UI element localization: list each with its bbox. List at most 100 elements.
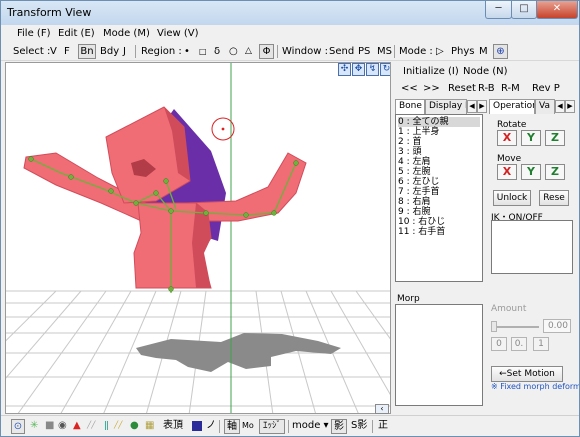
collapse-panel-button[interactable]: ‹ xyxy=(375,404,389,414)
mode-target-icon[interactable]: ⊕ xyxy=(493,44,508,59)
amount-one-button[interactable]: 1 xyxy=(533,337,549,351)
tab-operation[interactable]: Operation xyxy=(489,99,535,114)
menu-view[interactable]: View (V) xyxy=(157,28,199,39)
bone-item[interactable]: 4 : 左肩 xyxy=(398,157,430,167)
tab-bone[interactable]: Bone xyxy=(395,99,425,114)
operation-tabs: Operation Va ◀ ▶ xyxy=(489,99,579,114)
rotate-y-button[interactable]: Y xyxy=(521,130,541,146)
wire-icon[interactable]: ╱╱ xyxy=(87,419,95,434)
maximize-button[interactable]: □ xyxy=(511,1,537,19)
uv-icon[interactable]: ╱╱ xyxy=(114,419,122,434)
op-tab-left-arrow[interactable]: ◀ xyxy=(555,100,565,113)
select-joint[interactable]: J xyxy=(123,46,126,57)
bone-item[interactable]: 0 : 全ての親 xyxy=(398,117,480,127)
reset-operation-button[interactable]: Rese xyxy=(539,190,569,206)
initialize-button[interactable]: Initialize (I) xyxy=(403,66,459,77)
move-view-icon[interactable]: ✣ xyxy=(338,63,351,76)
amount-slider-thumb[interactable] xyxy=(491,321,497,332)
edge-button[interactable]: ｴｯｼﾞ xyxy=(259,419,285,434)
morp-label: Morp xyxy=(397,294,420,304)
translate-icon[interactable]: ✥ xyxy=(352,63,365,76)
op-tab-right-arrow[interactable]: ▶ xyxy=(565,100,575,113)
amount-input[interactable]: 0.00 xyxy=(543,319,571,333)
close-button[interactable]: ✕ xyxy=(536,1,578,19)
bone-item[interactable]: 9 : 右腕 xyxy=(398,207,430,217)
material-icon[interactable]: ■ xyxy=(45,419,54,434)
vertex-display-icon[interactable]: ⊙ xyxy=(11,419,25,434)
bone-item[interactable]: 10 : 右ひじ xyxy=(398,217,445,227)
select-face[interactable]: F xyxy=(64,46,70,57)
normal-icon[interactable]: ǁ xyxy=(104,419,109,434)
rotate-z-button[interactable]: Z xyxy=(545,130,565,146)
tab-display[interactable]: Display F xyxy=(425,99,467,114)
sphere-icon[interactable]: ● xyxy=(130,419,139,434)
menu-file[interactable]: File (F) xyxy=(17,28,50,39)
rotate-view-icon[interactable]: ↻ xyxy=(380,63,390,76)
r-m-button[interactable]: R-M xyxy=(501,83,520,94)
minimize-button[interactable]: ─ xyxy=(485,1,512,19)
mode-phys[interactable]: Phys xyxy=(451,46,475,57)
move-x-button[interactable]: X xyxy=(497,164,517,180)
unlock-button[interactable]: Unlock xyxy=(493,190,531,206)
bone-item[interactable]: 3 : 頭 xyxy=(398,147,421,157)
bone-item[interactable]: 11 : 右手首 xyxy=(398,227,445,237)
select-vertex[interactable]: V xyxy=(50,46,57,57)
3d-viewport[interactable]: ✣ ✥ ↯ ↻ xyxy=(5,62,391,414)
node-button[interactable]: Node (N) xyxy=(463,66,508,77)
bone-item[interactable]: 1 : 上半身 xyxy=(398,127,439,137)
zoom-icon[interactable]: ↯ xyxy=(366,63,379,76)
no-toggle[interactable]: ノ xyxy=(206,419,216,434)
surface-vertex-toggle[interactable]: 表頂 xyxy=(163,419,183,434)
tab-right-arrow[interactable]: ▶ xyxy=(477,100,487,113)
bone-item[interactable]: 5 : 左腕 xyxy=(398,167,430,177)
bone-item[interactable]: 8 : 右肩 xyxy=(398,197,430,207)
grid-icon[interactable]: ▦ xyxy=(145,419,154,434)
move-z-button[interactable]: Z xyxy=(545,164,565,180)
title-bar[interactable]: Transform View ─ □ ✕ xyxy=(1,1,579,25)
target-icon[interactable]: ◉ xyxy=(58,419,67,434)
region-triangle-icon[interactable]: △ xyxy=(245,46,252,56)
set-motion-button[interactable]: ←Set Motion xyxy=(491,366,563,382)
bone-list[interactable]: 0 : 全ての親 1 : 上半身 2 : 首 3 : 頭 4 : 左肩 5 : … xyxy=(395,114,483,282)
bone-item[interactable]: 6 : 左ひじ xyxy=(398,177,439,187)
tab-left-arrow[interactable]: ◀ xyxy=(467,100,477,113)
bone-item[interactable]: 2 : 首 xyxy=(398,137,421,147)
amount-zero-button[interactable]: 0 xyxy=(491,337,507,351)
region-rect-icon[interactable]: □ xyxy=(199,47,207,56)
shadow-button[interactable]: 影 xyxy=(331,419,347,434)
front-view-button[interactable]: 正 xyxy=(378,419,388,434)
mode-m[interactable]: M xyxy=(479,46,488,57)
face-display-icon[interactable]: ▲ xyxy=(73,419,81,434)
window-send[interactable]: Send xyxy=(329,46,354,57)
region-circle-icon[interactable]: ○ xyxy=(229,46,238,57)
rev-p-button[interactable]: Rev P xyxy=(532,83,560,94)
select-bone-button[interactable]: Bn xyxy=(78,44,96,59)
axis-button[interactable]: 軸 xyxy=(224,419,240,434)
mo-button[interactable]: Mo xyxy=(242,419,254,434)
ik-list[interactable] xyxy=(491,220,573,274)
mode-play-icon[interactable]: ▷ xyxy=(436,46,444,57)
color-swatch[interactable] xyxy=(192,421,202,431)
select-body[interactable]: Bdy xyxy=(100,46,119,57)
amount-slider-track[interactable] xyxy=(493,326,539,328)
window-ms[interactable]: MS xyxy=(377,46,392,57)
rotate-x-button[interactable]: X xyxy=(497,130,517,146)
region-phi-button[interactable]: Φ xyxy=(259,44,274,59)
move-y-button[interactable]: Y xyxy=(521,164,541,180)
light-icon[interactable]: ✳ xyxy=(30,419,38,434)
window-ps[interactable]: PS xyxy=(358,46,370,57)
reset-button[interactable]: Reset xyxy=(448,83,476,94)
prev-button[interactable]: << xyxy=(401,83,418,94)
bone-item[interactable]: 7 : 左手首 xyxy=(398,187,439,197)
region-lasso-icon[interactable]: δ xyxy=(214,46,220,57)
r-b-button[interactable]: R-B xyxy=(478,83,495,94)
menu-mode[interactable]: Mode (M) xyxy=(103,28,150,39)
menu-edit[interactable]: Edit (E) xyxy=(58,28,95,39)
self-shadow-button[interactable]: S影 xyxy=(351,419,367,434)
mode-dropdown[interactable]: mode ▾ xyxy=(292,419,329,434)
amount-half-button[interactable]: 0. xyxy=(511,337,527,351)
next-button[interactable]: >> xyxy=(423,83,440,94)
region-point-icon[interactable]: • xyxy=(184,46,190,57)
tab-value[interactable]: Va xyxy=(535,99,555,114)
morph-list[interactable] xyxy=(395,304,483,406)
